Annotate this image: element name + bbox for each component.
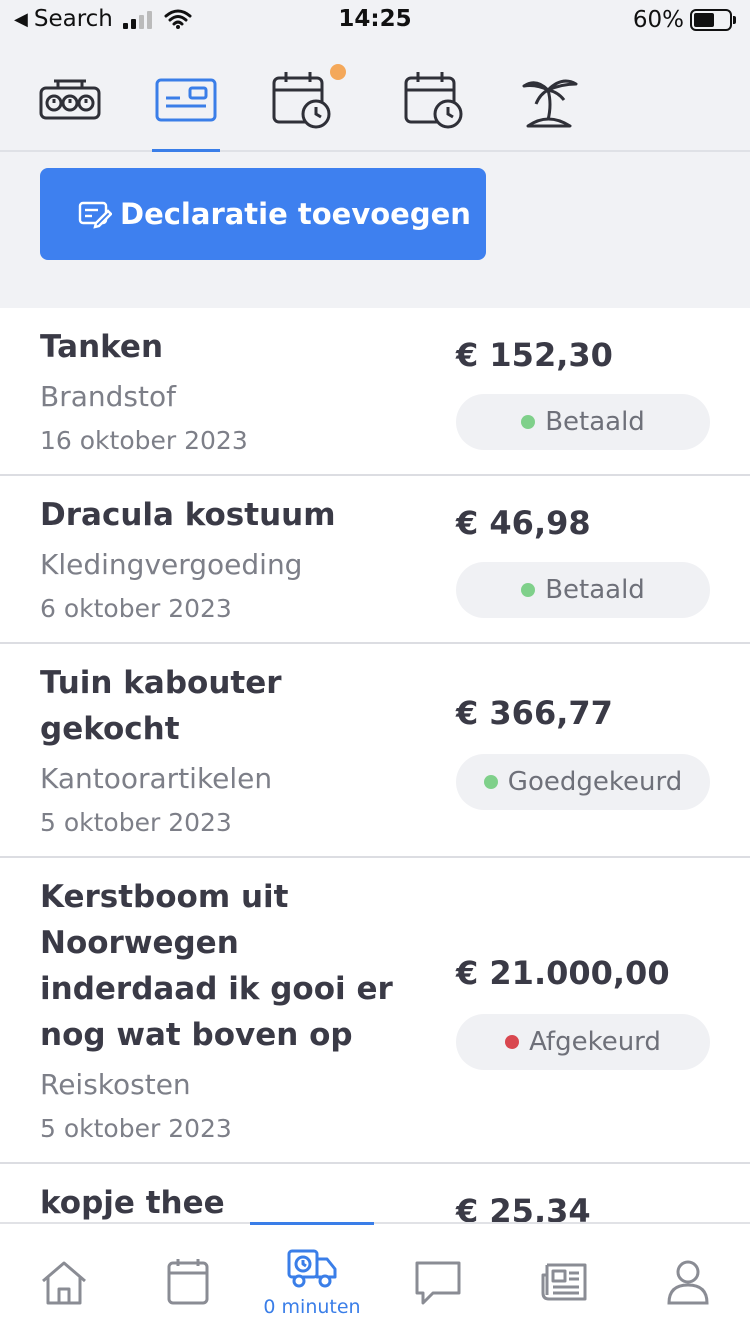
declaration-amount: € 21.000,00 bbox=[456, 954, 670, 992]
add-declaration-button[interactable]: Declaratie toevoegen bbox=[40, 168, 486, 260]
battery-icon bbox=[690, 9, 736, 31]
declaration-date: 5 oktober 2023 bbox=[40, 808, 232, 837]
add-declaration-area: Declaratie toevoegen bbox=[0, 152, 750, 308]
nav-chat[interactable] bbox=[408, 1252, 468, 1312]
status-label: Betaald bbox=[545, 407, 645, 437]
declaration-row[interactable]: Dracula kostuum Kledingvergoeding 6 okto… bbox=[0, 476, 750, 644]
status-label: Betaald bbox=[545, 575, 645, 605]
status-dot bbox=[483, 775, 498, 789]
bottom-navigation: 0 minuten bbox=[0, 1222, 750, 1334]
declaration-category: Kledingvergoeding bbox=[40, 548, 303, 581]
status-dot bbox=[505, 1035, 520, 1049]
declaration-date: 6 oktober 2023 bbox=[40, 594, 232, 623]
status-dot bbox=[521, 583, 536, 597]
top-tab-bar bbox=[0, 42, 750, 152]
declaration-title: Dracula kostuum bbox=[40, 497, 336, 533]
tab-calendar-clock-2[interactable] bbox=[394, 60, 474, 140]
calendar-icon bbox=[167, 1259, 209, 1305]
nav-time-label: 0 minuten bbox=[263, 1296, 361, 1318]
status-badge: Afgekeurd bbox=[456, 1014, 710, 1070]
nav-time-tracking[interactable] bbox=[282, 1238, 342, 1298]
declaration-category: Brandstof bbox=[40, 380, 176, 413]
add-declaration-label: Declaratie toevoegen bbox=[120, 197, 471, 231]
declaration-category: Kantoorartikelen bbox=[40, 762, 273, 795]
edit-document-icon bbox=[78, 201, 112, 229]
notification-dot bbox=[330, 64, 346, 80]
declaration-title: Tanken bbox=[40, 329, 164, 365]
nav-news[interactable] bbox=[534, 1252, 594, 1312]
status-label: Goedgekeurd bbox=[507, 767, 683, 797]
calendar-clock-icon bbox=[272, 72, 331, 129]
status-badge: Goedgekeurd bbox=[456, 754, 710, 810]
declaration-title: kopje thee bbox=[40, 1185, 225, 1221]
declaration-amount: € 366,77 bbox=[456, 694, 613, 732]
status-label: Afgekeurd bbox=[529, 1027, 661, 1057]
chat-icon bbox=[415, 1261, 461, 1305]
home-icon bbox=[42, 1261, 86, 1305]
status-badge: Betaald bbox=[456, 562, 710, 618]
battery-percent: 60% bbox=[632, 7, 684, 33]
palm-tree-icon bbox=[522, 79, 578, 128]
calendar-clock-icon bbox=[404, 72, 463, 129]
battery-level bbox=[694, 13, 715, 27]
tab-card[interactable] bbox=[146, 60, 226, 152]
declaration-amount: € 25,34 bbox=[456, 1192, 591, 1222]
declaration-row[interactable]: Tuin kabouter gekocht Kantoorartikelen 5… bbox=[0, 644, 750, 858]
declaration-row[interactable]: Tanken Brandstof 16 oktober 2023 € 152,3… bbox=[0, 308, 750, 476]
nav-calendar[interactable] bbox=[158, 1252, 218, 1312]
declarations-list[interactable]: Tanken Brandstof 16 oktober 2023 € 152,3… bbox=[0, 308, 750, 1222]
user-icon bbox=[667, 1260, 709, 1305]
declaration-title: Kerstboom uit Noorwegen inderdaad ik goo… bbox=[40, 879, 393, 1053]
card-icon bbox=[155, 78, 217, 122]
nav-profile[interactable] bbox=[658, 1252, 718, 1312]
declaration-amount: € 152,30 bbox=[456, 336, 613, 374]
declaration-amount: € 46,98 bbox=[456, 504, 591, 542]
delivery-truck-clock-icon bbox=[287, 1249, 337, 1288]
declaration-row[interactable]: Kerstboom uit Noorwegen inderdaad ik goo… bbox=[0, 858, 750, 1164]
status-right: 60% bbox=[632, 7, 736, 33]
time-clock-icon bbox=[39, 79, 101, 120]
declaration-date: 5 oktober 2023 bbox=[40, 1114, 232, 1143]
active-nav-indicator bbox=[250, 1222, 374, 1225]
nav-home[interactable] bbox=[34, 1252, 94, 1312]
status-dot bbox=[521, 415, 536, 429]
declaration-title: Tuin kabouter gekocht bbox=[40, 665, 282, 747]
status-bar: ◀ Search 14:25 60% bbox=[0, 0, 750, 42]
tab-calendar-clock-1[interactable] bbox=[262, 60, 346, 140]
tab-time-clock[interactable] bbox=[30, 60, 110, 140]
declaration-category: Reiskosten bbox=[40, 1068, 191, 1101]
status-badge: Betaald bbox=[456, 394, 710, 450]
tab-vacation[interactable] bbox=[510, 60, 590, 140]
declaration-row[interactable]: kopje thee € 25,34 bbox=[0, 1164, 750, 1222]
newspaper-icon bbox=[541, 1263, 587, 1301]
declaration-date: 16 oktober 2023 bbox=[40, 426, 248, 455]
